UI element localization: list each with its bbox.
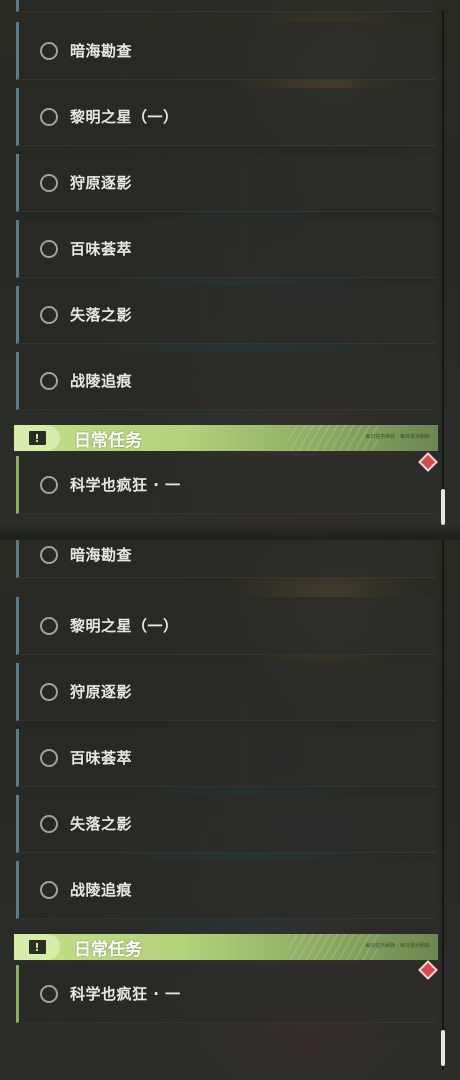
quest-row[interactable]: 百味荟萃 bbox=[16, 729, 436, 787]
quest-label: 战陵追痕 bbox=[70, 372, 133, 390]
daily-icon-box: ! bbox=[14, 425, 60, 451]
daily-quest-title: 日常任务 bbox=[74, 430, 142, 451]
quest-status-circle-icon bbox=[40, 748, 58, 767]
quest-row[interactable]: 战陵追痕 bbox=[16, 352, 436, 410]
exclamation-icon: ! bbox=[28, 940, 46, 954]
daily-quest-header[interactable]: ! 日常任务 每日任务刷新 · 每日零点刷新 bbox=[14, 934, 438, 960]
quest-list-panel-bottom: 暗海勘查 黎明之星（一） 狩原逐影 百味荟萃 失落之影 战陵追痕 ! 日常任务 … bbox=[0, 540, 460, 1080]
quest-status-circle-icon bbox=[40, 880, 58, 899]
daily-quest-row[interactable]: 科学也疯狂 · 一 bbox=[16, 456, 436, 514]
quest-label: 狩原逐影 bbox=[70, 683, 133, 701]
scrollbar-thumb[interactable] bbox=[441, 489, 445, 525]
quest-row[interactable]: 黎明之星（一） bbox=[16, 597, 436, 655]
quest-status-circle-icon bbox=[40, 616, 58, 635]
quest-status-circle-icon bbox=[40, 984, 58, 1003]
quest-status-circle-icon bbox=[40, 239, 58, 258]
daily-quest-header[interactable]: ! 日常任务 每日任务刷新 · 每日零点刷新 bbox=[14, 425, 438, 451]
quest-status-circle-icon bbox=[40, 545, 58, 564]
quest-status-circle-icon bbox=[40, 305, 58, 324]
scrollbar-thumb[interactable] bbox=[441, 1030, 445, 1066]
quest-status-circle-icon bbox=[40, 682, 58, 701]
quest-label: 黎明之星（一） bbox=[70, 108, 179, 126]
quest-status-circle-icon bbox=[40, 814, 58, 833]
daily-refresh-note: 每日任务刷新 · 每日零点刷新 bbox=[365, 943, 430, 949]
quest-label: 战陵追痕 bbox=[70, 881, 133, 899]
quest-label: 科学也疯狂 · 一 bbox=[70, 985, 181, 1003]
daily-quest-row[interactable]: 科学也疯狂 · 一 bbox=[16, 965, 436, 1023]
quest-label: 失落之影 bbox=[70, 815, 133, 833]
quest-row[interactable]: 黎明之星（一） bbox=[16, 88, 436, 146]
scrollbar-track[interactable] bbox=[442, 540, 444, 1070]
quest-label: 暗海勘查 bbox=[70, 42, 133, 60]
scrollbar-track[interactable] bbox=[442, 10, 444, 525]
quest-label: 黎明之星（一） bbox=[70, 617, 179, 635]
quest-status-circle-icon bbox=[40, 173, 58, 192]
quest-row[interactable]: 失落之影 bbox=[16, 286, 436, 344]
quest-status-circle-icon bbox=[40, 107, 58, 126]
daily-icon-box: ! bbox=[14, 934, 60, 960]
quest-row[interactable]: 狩原逐影 bbox=[16, 663, 436, 721]
daily-refresh-note: 每日任务刷新 · 每日零点刷新 bbox=[365, 434, 430, 440]
quest-row[interactable]: 百味荟萃 bbox=[16, 220, 436, 278]
quest-row[interactable]: 暗海勘查 bbox=[16, 22, 436, 80]
quest-row-partial[interactable] bbox=[16, 0, 436, 12]
fade-band bbox=[0, 522, 460, 540]
quest-list-panel-top: 暗海勘查 黎明之星（一） 狩原逐影 百味荟萃 失落之影 战陵追痕 ! 日常任务 … bbox=[0, 0, 460, 540]
daily-quest-title: 日常任务 bbox=[74, 939, 142, 960]
quest-row[interactable]: 战陵追痕 bbox=[16, 861, 436, 919]
quest-label: 失落之影 bbox=[70, 306, 133, 324]
quest-row[interactable]: 狩原逐影 bbox=[16, 154, 436, 212]
quest-label: 狩原逐影 bbox=[70, 174, 133, 192]
quest-status-circle-icon bbox=[40, 371, 58, 390]
quest-label: 百味荟萃 bbox=[70, 240, 133, 258]
quest-label: 百味荟萃 bbox=[70, 749, 133, 767]
quest-status-circle-icon bbox=[40, 41, 58, 60]
quest-row[interactable]: 失落之影 bbox=[16, 795, 436, 853]
quest-status-circle-icon bbox=[40, 475, 58, 494]
quest-row[interactable]: 暗海勘查 bbox=[16, 540, 436, 578]
exclamation-icon: ! bbox=[28, 431, 46, 445]
quest-label: 暗海勘查 bbox=[70, 546, 133, 564]
quest-label: 科学也疯狂 · 一 bbox=[70, 476, 181, 494]
